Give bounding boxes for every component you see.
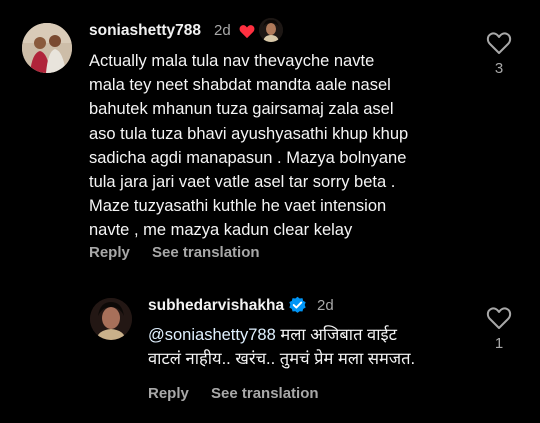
reply-button[interactable]: Reply [148, 385, 189, 402]
reply-timestamp: 2d [317, 297, 334, 314]
like-count: 1 [494, 335, 504, 352]
avatar[interactable] [22, 23, 72, 73]
reply-text: @soniashetty788 मला अजिबात वाईट वाटलं ना… [148, 323, 415, 371]
reply-username[interactable]: subhedarvishakha [148, 297, 284, 315]
like-heart-icon[interactable] [486, 306, 512, 330]
comment-text: Actually mala tula nav thevayche navte m… [89, 49, 408, 243]
reply-line: @soniashetty788 मला अजिबात वाईट [148, 323, 415, 347]
see-translation-button[interactable]: See translation [211, 385, 319, 402]
heart-icon [239, 25, 255, 39]
mention-link[interactable]: @soniashetty788 [148, 326, 276, 344]
see-translation-button[interactable]: See translation [152, 244, 260, 261]
avatar[interactable] [90, 298, 132, 340]
reply-line-text: मला अजिबात वाईट [275, 326, 397, 344]
comment-line: aso tula tuza bhavi ayushyasathi khup kh… [89, 124, 409, 143]
verified-badge-icon [289, 296, 306, 313]
comment-line: Maze tuzyasathi kuthle he vaet intension [89, 197, 387, 216]
comment-username[interactable]: soniashetty788 [89, 22, 201, 40]
like-count: 3 [494, 60, 504, 77]
comment-line: bahutek mhanun tuza gairsamaj zala asel [89, 100, 394, 119]
comment-timestamp: 2d [214, 22, 231, 39]
comment-line: mala tey neet shabdat mandta aale nasel [89, 76, 391, 95]
like-heart-icon[interactable] [486, 31, 512, 55]
reply-line: वाटलं नाहीय.. खरंच.. तुमचं प्रेम मला समज… [148, 350, 416, 369]
comment-line: tula jara jari vaet vatle asel tar sorry… [89, 173, 396, 192]
creator-avatar [259, 18, 283, 42]
comment-line: Actually mala tula nav thevayche navte [89, 52, 375, 70]
reply-button[interactable]: Reply [89, 244, 130, 261]
comment-line: sadicha agdi manapasun . Mazya bolnyane [89, 148, 407, 167]
comment-line: navte , me mazya kadun clear kelay [89, 221, 353, 240]
